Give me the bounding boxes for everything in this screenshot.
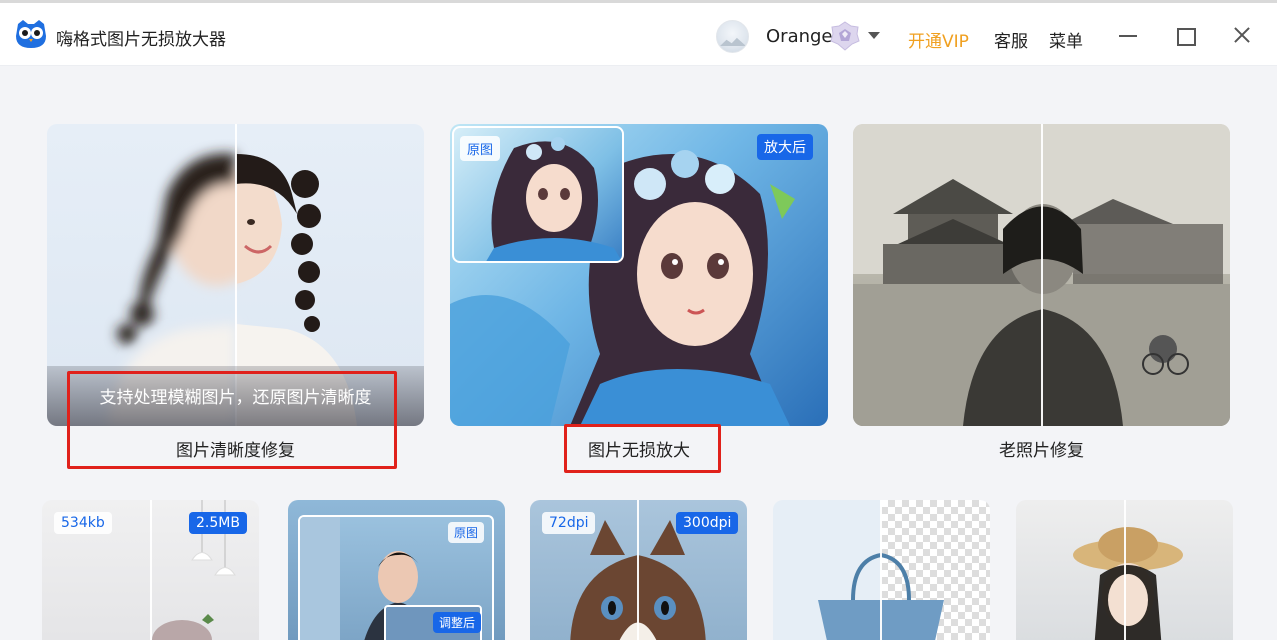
chip-dpi-after: 300dpi (676, 512, 739, 534)
main-menu-link[interactable]: 菜单 (1049, 27, 1083, 52)
highlight-box-enlarge (564, 424, 721, 473)
compare-divider[interactable] (1124, 500, 1126, 640)
chip-original: 原图 (448, 522, 485, 543)
highlight-box-clarity (67, 371, 397, 469)
tile-compress[interactable]: 534kb 2.5MB (42, 500, 259, 640)
tile-dpi[interactable]: 72dpi 300dpi (530, 500, 747, 640)
chip-size-after: 2.5MB (189, 512, 247, 534)
title-bar: 嗨格式图片无损放大器 Orange 开通VIP 客服 菜单 (0, 0, 1277, 66)
lossless-enlarge-preview: 原图 放大后 (450, 124, 828, 426)
user-dropdown-caret-icon[interactable] (868, 32, 880, 39)
badge-enlarged: 放大后 (757, 134, 813, 160)
customer-service-link[interactable]: 客服 (994, 27, 1028, 52)
old-photo-preview (853, 124, 1230, 426)
compare-divider[interactable] (637, 500, 639, 640)
user-avatar[interactable] (716, 20, 749, 53)
app-title: 嗨格式图片无损放大器 (56, 30, 226, 50)
card-label-old-photo-repair: 老照片修复 (999, 441, 1084, 461)
user-name[interactable]: Orange (766, 26, 833, 47)
open-vip-link[interactable]: 开通VIP (908, 27, 969, 52)
close-icon[interactable] (1230, 23, 1254, 47)
vip-gem-icon (830, 21, 860, 51)
badge-original: 原图 (460, 136, 501, 161)
chip-adjusted: 调整后 (433, 612, 482, 633)
tile-adjust[interactable]: 原图 调整后 (288, 500, 505, 640)
maximize-icon[interactable] (1173, 23, 1197, 47)
chip-dpi-before: 72dpi (542, 512, 596, 534)
chip-size-before: 534kb (54, 512, 112, 534)
minimize-icon[interactable] (1116, 23, 1140, 47)
tile-cutout[interactable] (773, 500, 990, 640)
tile-colorize[interactable] (1016, 500, 1233, 640)
owl-logo-icon (16, 20, 46, 48)
compare-divider[interactable] (880, 500, 882, 640)
compare-divider[interactable] (150, 500, 152, 640)
compare-divider[interactable] (1041, 124, 1043, 426)
